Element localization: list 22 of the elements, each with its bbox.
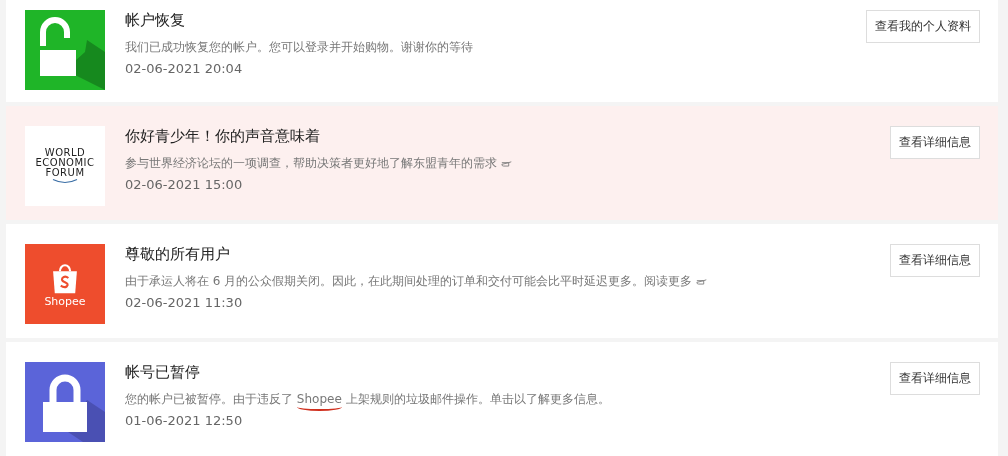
- notification-time: 02-06-2021 11:30: [125, 295, 244, 310]
- notification-title: 帐户恢复: [125, 11, 186, 30]
- notification-time: 01-06-2021 12:50: [125, 413, 244, 428]
- pointing-hand-icon: [696, 277, 709, 286]
- details-button[interactable]: 查看详细信息: [890, 244, 980, 277]
- logo-icon: WORLD ECONOMIC FORUM: [25, 126, 105, 206]
- pointing-hand-icon: [501, 159, 513, 168]
- padlock-icon: [25, 362, 105, 442]
- notification-time: 02-06-2021 15:00: [125, 177, 244, 192]
- details-button[interactable]: 查看详细信息: [890, 362, 980, 395]
- notification-title: 你好青少年！你的声音意味着: [125, 127, 321, 146]
- details-button[interactable]: 查看详细信息: [890, 126, 980, 159]
- notification-title: 尊敬的所有用户: [125, 245, 231, 264]
- logo-icon: Shopee: [25, 244, 105, 324]
- unlocked-padlock-icon: [25, 10, 105, 90]
- notification-message: 您的帐户已被暂停。由于违反了 Shopee 上架规则的垃圾邮件操作。单击以了解更多信息。: [125, 391, 610, 408]
- notification-title: 帐号已暂停: [125, 363, 201, 382]
- notification-message: 我们已成功恢复您的帐户。您可以登录并开始购物。谢谢你的等待: [125, 39, 473, 56]
- notification-time: 02-06-2021 20:04: [125, 61, 244, 76]
- details-button[interactable]: 查看我的个人资料: [866, 10, 980, 43]
- notification-message: 参与世界经济论坛的一项调查，帮助决策者更好地了解东盟青年的需求: [125, 155, 497, 172]
- notification-message: 由于承运人将在 6 月的公众假期关闭。因此，在此期间处理的订单和交付可能会比平时延迟更多。阅读更多: [125, 273, 693, 290]
